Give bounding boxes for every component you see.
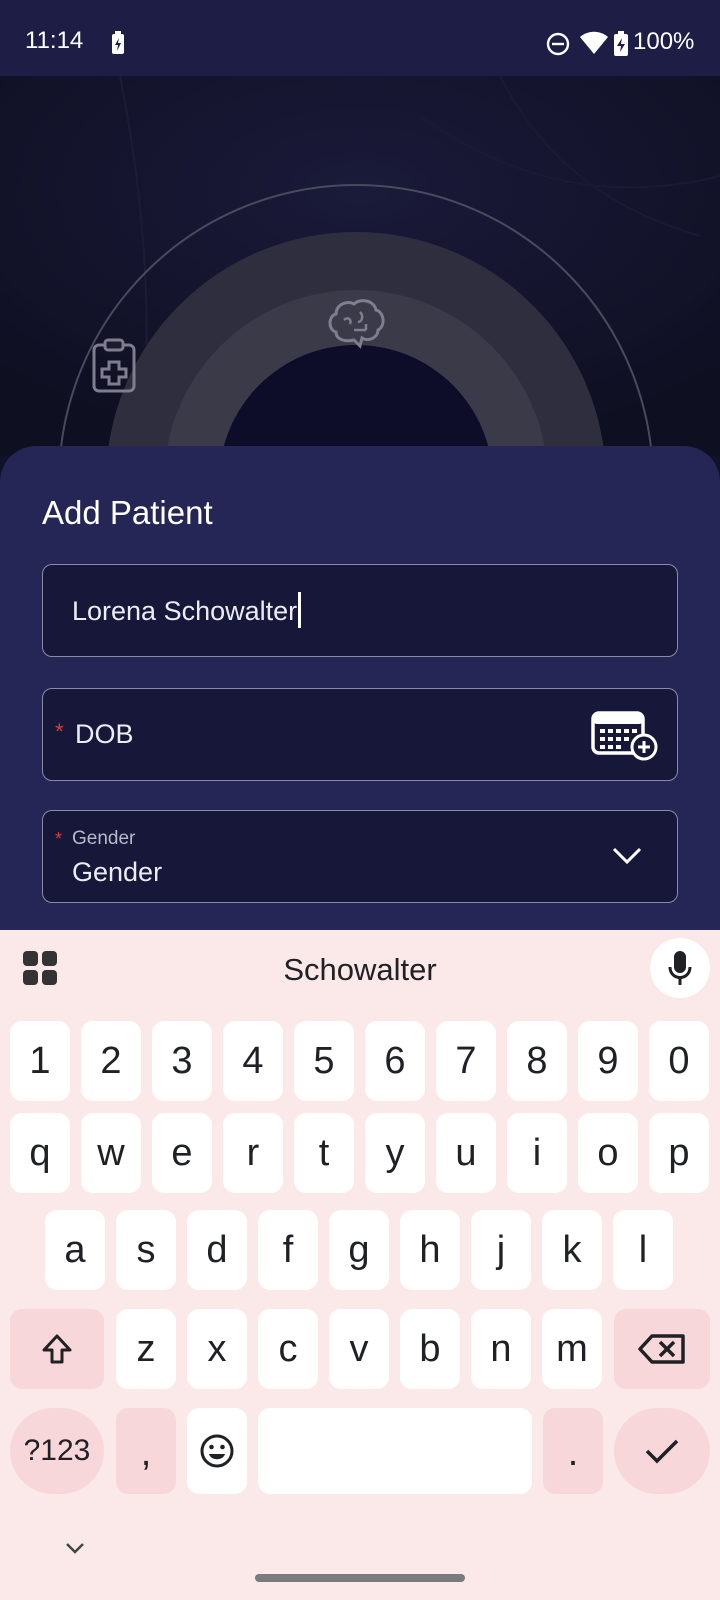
key-b[interactable]: b bbox=[400, 1309, 460, 1389]
key-w[interactable]: w bbox=[81, 1113, 141, 1193]
key-a[interactable]: a bbox=[45, 1210, 105, 1290]
key-n[interactable]: n bbox=[471, 1309, 531, 1389]
key-3[interactable]: 3 bbox=[152, 1021, 212, 1101]
key-t[interactable]: t bbox=[294, 1113, 354, 1193]
space-key[interactable] bbox=[258, 1408, 532, 1494]
key-p[interactable]: p bbox=[649, 1113, 709, 1193]
key-s[interactable]: s bbox=[116, 1210, 176, 1290]
key-z[interactable]: z bbox=[116, 1309, 176, 1389]
clipboard-medical-icon bbox=[92, 338, 136, 393]
patient-name-field[interactable]: Lorena Schowalter bbox=[42, 564, 678, 657]
gender-required-marker: * bbox=[55, 829, 63, 849]
word-suggestion[interactable]: Schowalter bbox=[0, 952, 720, 988]
patient-name-value: Lorena Schowalter bbox=[72, 596, 298, 627]
patient-name-input[interactable]: Lorena Schowalter bbox=[72, 592, 302, 631]
key-h[interactable]: h bbox=[400, 1210, 460, 1290]
key-x[interactable]: x bbox=[187, 1309, 247, 1389]
emoji-icon bbox=[200, 1434, 234, 1468]
text-caret bbox=[298, 592, 302, 628]
key-e[interactable]: e bbox=[152, 1113, 212, 1193]
key-j[interactable]: j bbox=[471, 1210, 531, 1290]
battery-charging-icon bbox=[614, 31, 628, 56]
key-7[interactable]: 7 bbox=[436, 1021, 496, 1101]
key-2[interactable]: 2 bbox=[81, 1021, 141, 1101]
key-u[interactable]: u bbox=[436, 1113, 496, 1193]
battery-percentage: 100% bbox=[633, 28, 695, 55]
shift-key[interactable] bbox=[10, 1309, 104, 1389]
key-q[interactable]: q bbox=[10, 1113, 70, 1193]
gender-floating-label: Gender bbox=[72, 828, 136, 849]
key-v[interactable]: v bbox=[329, 1309, 389, 1389]
done-key[interactable] bbox=[614, 1408, 710, 1494]
backspace-key[interactable] bbox=[614, 1309, 710, 1389]
key-m[interactable]: m bbox=[542, 1309, 602, 1389]
dob-required-marker: * bbox=[55, 719, 64, 744]
emoji-key[interactable] bbox=[187, 1408, 247, 1494]
status-bar: 11:14 100% bbox=[0, 0, 720, 76]
period-key[interactable]: . bbox=[543, 1408, 603, 1494]
key-0[interactable]: 0 bbox=[649, 1021, 709, 1101]
key-5[interactable]: 5 bbox=[294, 1021, 354, 1101]
key-4[interactable]: 4 bbox=[223, 1021, 283, 1101]
key-d[interactable]: d bbox=[187, 1210, 247, 1290]
dob-field[interactable]: * DOB bbox=[42, 688, 678, 781]
calendar-add-icon[interactable] bbox=[591, 709, 659, 761]
key-6[interactable]: 6 bbox=[365, 1021, 425, 1101]
key-9[interactable]: 9 bbox=[578, 1021, 638, 1101]
status-time: 11:14 bbox=[25, 27, 84, 54]
key-r[interactable]: r bbox=[223, 1113, 283, 1193]
chevron-down-icon[interactable] bbox=[611, 843, 643, 867]
key-1[interactable]: 1 bbox=[10, 1021, 70, 1101]
comma-key[interactable]: , bbox=[116, 1408, 176, 1494]
dob-label: DOB bbox=[75, 719, 134, 749]
shift-arrow-icon bbox=[42, 1334, 72, 1364]
key-l[interactable]: l bbox=[613, 1210, 673, 1290]
home-gesture-bar[interactable] bbox=[255, 1574, 465, 1582]
checkmark-icon bbox=[645, 1439, 679, 1464]
hide-keyboard-chevron-icon[interactable] bbox=[64, 1540, 86, 1556]
battery-saver-icon bbox=[112, 31, 124, 54]
sheet-title: Add Patient bbox=[42, 494, 213, 531]
key-i[interactable]: i bbox=[507, 1113, 567, 1193]
backspace-icon bbox=[638, 1334, 685, 1364]
key-c[interactable]: c bbox=[258, 1309, 318, 1389]
brain-icon bbox=[328, 299, 385, 349]
key-f[interactable]: f bbox=[258, 1210, 318, 1290]
background-rings bbox=[0, 76, 720, 456]
key-k[interactable]: k bbox=[542, 1210, 602, 1290]
symbols-key[interactable]: ?123 bbox=[10, 1408, 104, 1494]
gender-dropdown[interactable]: * Gender Gender bbox=[42, 810, 678, 903]
key-8[interactable]: 8 bbox=[507, 1021, 567, 1101]
key-g[interactable]: g bbox=[329, 1210, 389, 1290]
key-o[interactable]: o bbox=[578, 1113, 638, 1193]
microphone-icon bbox=[668, 951, 692, 985]
key-y[interactable]: y bbox=[365, 1113, 425, 1193]
background-illustration bbox=[0, 76, 720, 456]
voice-input-button[interactable] bbox=[650, 938, 710, 998]
gender-selected-value: Gender bbox=[72, 857, 163, 887]
wifi-icon bbox=[580, 31, 608, 54]
do-not-disturb-icon bbox=[546, 32, 570, 56]
